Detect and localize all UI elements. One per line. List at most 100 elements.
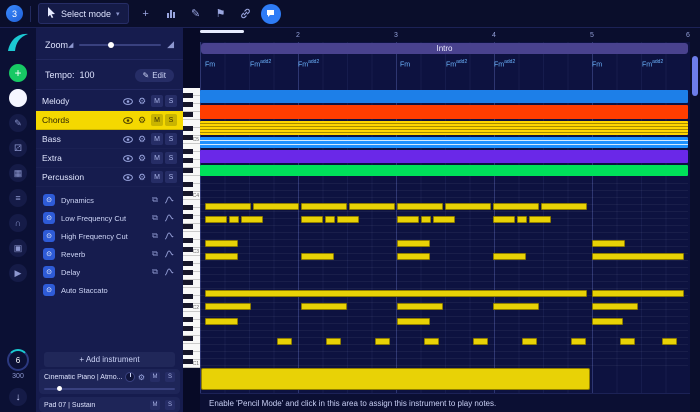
- timeline-ruler[interactable]: 23456: [200, 28, 690, 42]
- midi-note[interactable]: [205, 203, 251, 210]
- instrument-card[interactable]: Cinematic Piano | Atmo... ⚙ M S: [39, 369, 180, 394]
- lane-chords[interactable]: [200, 121, 688, 135]
- black-key[interactable]: [183, 303, 193, 308]
- midi-note[interactable]: [571, 338, 586, 345]
- power-icon[interactable]: ⊙: [43, 194, 55, 206]
- midi-note[interactable]: [592, 290, 684, 297]
- select-mode-button[interactable]: Select mode ▾: [38, 3, 129, 24]
- power-icon[interactable]: ⊙: [43, 230, 55, 242]
- chord-label[interactable]: Fmadd2: [446, 59, 467, 68]
- duplicate-icon[interactable]: ⧉: [148, 249, 162, 259]
- sustain-note[interactable]: [201, 368, 590, 390]
- arrangement-area[interactable]: 23456 Intro Fm Fmadd2 Fmadd2 Fm Fmadd2 Fmadd2…: [200, 28, 690, 412]
- edit-icon[interactable]: ✎: [9, 114, 27, 132]
- midi-note[interactable]: [662, 338, 677, 345]
- zoom-out-icon[interactable]: ◢: [68, 41, 73, 49]
- midi-note[interactable]: [541, 203, 587, 210]
- black-key[interactable]: [183, 359, 193, 364]
- vertical-scrollbar-thumb[interactable]: [692, 56, 698, 96]
- midi-note[interactable]: [277, 338, 292, 345]
- vertical-scrollbar[interactable]: [690, 28, 700, 412]
- zoom-in-icon[interactable]: ◢: [167, 39, 174, 50]
- keyboard-octave[interactable]: C4: [183, 144, 200, 200]
- automation-row-delay[interactable]: ⊙ Delay ⧉: [36, 263, 183, 281]
- black-key[interactable]: [183, 158, 193, 163]
- black-key[interactable]: [183, 167, 193, 173]
- gear-icon[interactable]: ⚙: [135, 96, 149, 107]
- midi-note[interactable]: [326, 338, 341, 345]
- midi-note[interactable]: [205, 318, 238, 325]
- midi-note[interactable]: [493, 303, 539, 310]
- track-row-extra[interactable]: Extra ⚙ M S: [36, 149, 183, 168]
- zoom-slider[interactable]: [79, 41, 162, 48]
- midi-note[interactable]: [241, 216, 263, 223]
- gear-icon[interactable]: ⚙: [135, 153, 149, 164]
- chord-label[interactable]: Fm: [400, 59, 410, 68]
- midi-note[interactable]: [397, 303, 443, 310]
- midi-note[interactable]: [253, 203, 299, 210]
- library-icon[interactable]: ▣: [9, 239, 27, 257]
- black-key[interactable]: [183, 293, 193, 299]
- keyboard-octave[interactable]: C5: [183, 88, 200, 144]
- dice-icon[interactable]: ⚂: [9, 139, 27, 157]
- midi-note[interactable]: [433, 216, 455, 223]
- midi-note[interactable]: [592, 303, 638, 310]
- chord-label[interactable]: Fmadd2: [298, 59, 319, 68]
- midi-note[interactable]: [473, 338, 488, 345]
- horizontal-scrollbar-thumb[interactable]: [200, 30, 244, 33]
- power-icon[interactable]: ⊙: [43, 248, 55, 260]
- black-key[interactable]: [183, 181, 193, 187]
- chord-label[interactable]: Fm: [205, 59, 215, 68]
- avatar[interactable]: 3: [6, 5, 23, 22]
- gear-icon[interactable]: ⚙: [138, 373, 145, 382]
- midi-note[interactable]: [424, 338, 439, 345]
- flag-icon[interactable]: ⚑: [211, 4, 231, 24]
- midi-note[interactable]: [229, 216, 239, 223]
- midi-note[interactable]: [325, 216, 335, 223]
- mixer-icon[interactable]: ≡: [9, 189, 27, 207]
- record-icon[interactable]: [9, 89, 27, 107]
- curve-icon[interactable]: [162, 214, 176, 222]
- solo-button[interactable]: S: [165, 171, 177, 183]
- midi-note[interactable]: [620, 338, 635, 345]
- add-instrument-button[interactable]: + Add instrument: [44, 352, 175, 367]
- solo-button[interactable]: S: [165, 400, 175, 410]
- add-icon[interactable]: +: [9, 64, 27, 82]
- headphones-icon[interactable]: ∩: [9, 214, 27, 232]
- instrument-slider-handle[interactable]: [57, 386, 63, 391]
- midi-note[interactable]: [375, 338, 390, 345]
- tempo-edit-button[interactable]: ✎ Edit: [134, 68, 174, 82]
- midi-note[interactable]: [522, 338, 537, 345]
- midi-note[interactable]: [397, 253, 430, 260]
- midi-note[interactable]: [493, 216, 515, 223]
- automation-row-high-frequency-cut[interactable]: ⊙ High Frequency Cut ⧉: [36, 227, 183, 245]
- curve-icon[interactable]: [162, 268, 176, 276]
- black-key[interactable]: [183, 237, 193, 243]
- chord-label[interactable]: Fm: [592, 59, 602, 68]
- pencil-icon[interactable]: ✎: [186, 4, 206, 24]
- instrument-card[interactable]: Pad 07 | Sustain M S: [39, 397, 180, 412]
- midi-note[interactable]: [529, 216, 551, 223]
- app-logo-icon[interactable]: [6, 32, 30, 57]
- power-icon[interactable]: ⊙: [43, 212, 55, 224]
- midi-note[interactable]: [397, 216, 419, 223]
- power-icon[interactable]: ⊙: [43, 284, 55, 296]
- duplicate-icon[interactable]: ⧉: [148, 267, 162, 277]
- midi-note[interactable]: [445, 203, 491, 210]
- midi-note[interactable]: [397, 203, 443, 210]
- black-key[interactable]: [183, 125, 193, 131]
- download-icon[interactable]: ↓: [9, 388, 27, 406]
- black-key[interactable]: [183, 247, 193, 252]
- midi-note[interactable]: [301, 253, 334, 260]
- black-key[interactable]: [183, 111, 193, 117]
- black-key[interactable]: [183, 316, 193, 322]
- piano-keyboard[interactable]: C5 C4 C3 C2 C1: [183, 88, 200, 368]
- midi-note[interactable]: [337, 216, 359, 223]
- automation-row-low-frequency-cut[interactable]: ⊙ Low Frequency Cut ⧉: [36, 209, 183, 227]
- gear-icon[interactable]: ⚙: [135, 134, 149, 145]
- black-key[interactable]: [183, 279, 193, 285]
- mute-button[interactable]: M: [151, 152, 163, 164]
- midi-note[interactable]: [592, 253, 684, 260]
- chord-label[interactable]: Fmadd2: [642, 59, 663, 68]
- track-row-melody[interactable]: Melody ⚙ M S: [36, 92, 183, 111]
